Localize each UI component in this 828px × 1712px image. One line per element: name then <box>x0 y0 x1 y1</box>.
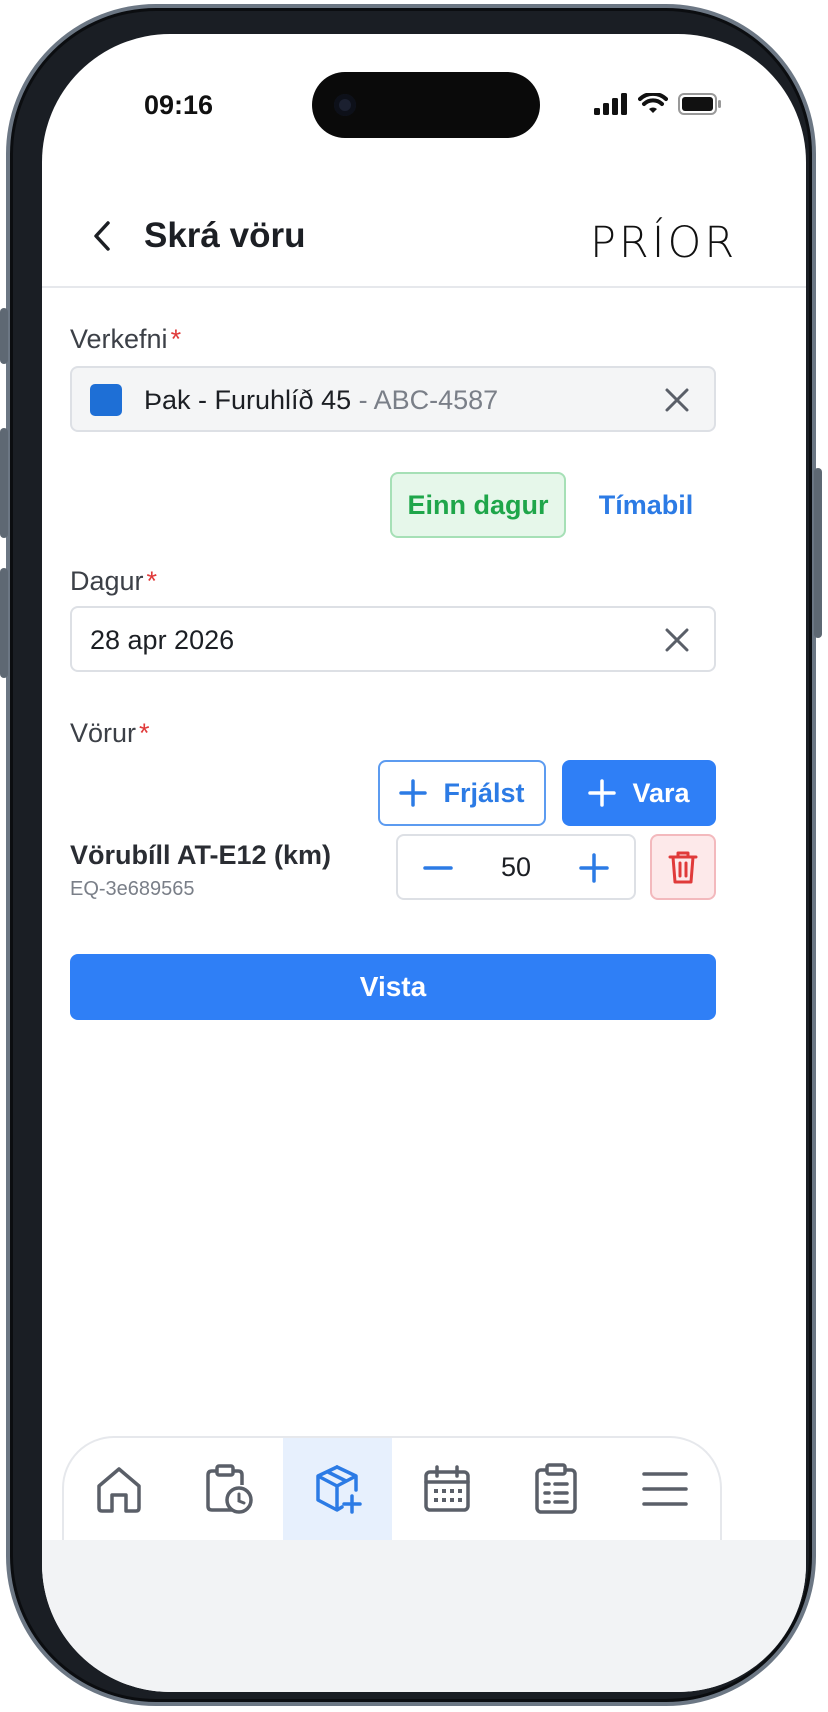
product-button-label: Vara <box>632 777 690 808</box>
back-button[interactable] <box>84 216 120 256</box>
calendar-icon <box>423 1465 470 1512</box>
save-button[interactable]: Vista <box>70 954 716 1020</box>
app-header: Skrá vöru PRÍOR <box>42 184 806 288</box>
free-button-label: Frjálst <box>443 777 525 808</box>
products-label-text: Vörur <box>70 718 137 748</box>
clear-project-icon[interactable] <box>662 385 692 415</box>
clipboard-clock-icon <box>206 1464 253 1514</box>
date-label-text: Dagur <box>70 566 144 596</box>
status-icons <box>594 90 722 118</box>
package-add-icon <box>316 1465 363 1514</box>
required-mark: * <box>139 718 150 748</box>
volume-down-button <box>0 568 8 678</box>
nav-time-entries[interactable] <box>173 1438 282 1540</box>
nav-calendar[interactable] <box>392 1438 501 1540</box>
bottom-nav <box>62 1436 722 1540</box>
products-label: Vörur * <box>70 718 150 749</box>
add-free-item-button[interactable]: Frjálst <box>378 760 546 826</box>
product-item-name: Vörubíll AT-E12 (km) <box>70 840 332 870</box>
project-label: Verkefni * <box>70 324 181 355</box>
single-day-toggle[interactable]: Einn dagur <box>390 472 566 538</box>
status-time: 09:16 <box>144 90 214 120</box>
trash-icon <box>668 851 698 884</box>
bottom-safe-area <box>42 1540 806 1692</box>
project-code: - ABC-4587 <box>351 385 499 415</box>
quantity-stepper: 50 <box>396 834 636 900</box>
required-mark: * <box>170 324 182 354</box>
menu-icon <box>642 1472 689 1506</box>
period-toggle[interactable]: Tímabil <box>586 472 706 538</box>
home-icon <box>96 1467 141 1513</box>
prior-logo: PRÍOR <box>590 218 738 268</box>
project-name: Þak - Furuhlíð 45 <box>144 385 352 415</box>
dynamic-island <box>312 72 540 138</box>
nav-menu[interactable] <box>611 1438 720 1540</box>
project-color-swatch <box>90 384 122 416</box>
delete-item-button[interactable] <box>650 834 716 900</box>
plus-icon <box>399 779 428 807</box>
date-value: 28 apr 2026 <box>90 625 235 655</box>
action-button <box>0 308 8 364</box>
screen: 09:16 Skrá vöru PRÍOR Verkefni * Þak - F… <box>42 34 806 1692</box>
phone-frame: 09:16 Skrá vöru PRÍOR Verkefni * Þak - F… <box>0 4 822 1706</box>
power-button <box>814 468 822 638</box>
nav-tasks[interactable] <box>501 1438 610 1540</box>
battery-icon <box>678 93 721 115</box>
project-value: Þak - Furuhlíð 45 - ABC-4587 <box>144 385 498 416</box>
product-item-code: EQ-3e689565 <box>70 878 195 900</box>
nav-home[interactable] <box>64 1438 173 1540</box>
date-label: Dagur * <box>70 566 157 597</box>
plus-icon <box>588 779 617 807</box>
date-field[interactable]: 28 apr 2026 <box>70 606 716 672</box>
checklist-icon <box>535 1463 577 1514</box>
cellular-signal-icon <box>594 93 627 115</box>
add-product-button[interactable]: Vara <box>562 760 716 826</box>
page-title: Skrá vöru <box>144 216 306 255</box>
required-mark: * <box>146 566 158 596</box>
plus-icon[interactable] <box>578 852 610 884</box>
wifi-icon <box>638 93 668 113</box>
chevron-left-icon <box>94 221 110 251</box>
clear-date-icon[interactable] <box>662 625 692 655</box>
nav-register-product[interactable] <box>282 1438 392 1540</box>
volume-up-button <box>0 428 8 538</box>
project-select[interactable]: Þak - Furuhlíð 45 - ABC-4587 <box>70 366 716 432</box>
front-camera <box>334 94 356 116</box>
project-label-text: Verkefni <box>70 324 168 354</box>
